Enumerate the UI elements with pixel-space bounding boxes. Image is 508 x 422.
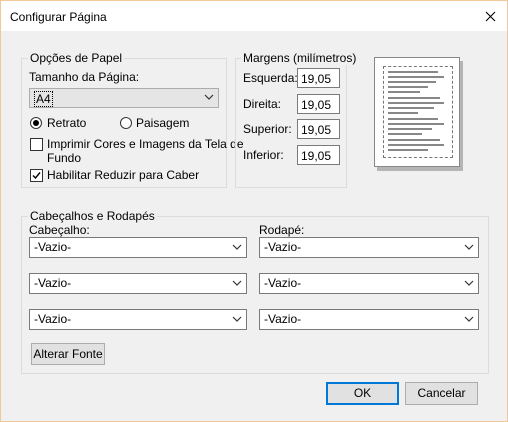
landscape-radio[interactable]: [120, 117, 132, 129]
footer-right-select[interactable]: -Vazio-: [259, 309, 479, 330]
chevron-down-icon: [464, 280, 474, 286]
close-button[interactable]: [473, 1, 507, 31]
left-margin-label: Esquerda:: [243, 71, 298, 85]
portrait-radio[interactable]: [30, 117, 42, 129]
margins-legend: Margens (milímetros): [241, 51, 359, 65]
header-label: Cabeçalho:: [29, 223, 90, 237]
footer-label: Rodapé:: [259, 223, 305, 237]
header-center-select[interactable]: -Vazio-: [29, 273, 247, 294]
print-background-label-cont: Fundo: [47, 151, 82, 165]
ok-button[interactable]: OK: [326, 382, 399, 405]
header-center-value: -Vazio-: [34, 276, 72, 290]
bottom-margin-value: 19,05: [301, 149, 332, 163]
chevron-down-icon: [204, 94, 214, 100]
top-margin-value: 19,05: [301, 123, 332, 137]
cancel-label: Cancelar: [417, 386, 466, 400]
cancel-button[interactable]: Cancelar: [405, 382, 478, 405]
portrait-label: Retrato: [47, 116, 87, 130]
page-size-label: Tamanho da Página:: [29, 70, 140, 84]
left-margin-value: 19,05: [301, 72, 332, 86]
paper-options-legend: Opções de Papel: [28, 51, 125, 65]
shrink-to-fit-checkbox[interactable]: [30, 169, 43, 182]
chevron-down-icon: [464, 244, 474, 250]
landscape-label: Paisagem: [136, 116, 190, 130]
footer-left-select[interactable]: -Vazio-: [259, 237, 479, 258]
close-icon: [485, 11, 495, 21]
page-size-value: A4: [34, 91, 53, 107]
checkmark-icon: [32, 172, 41, 180]
chevron-down-icon: [464, 316, 474, 322]
change-font-label: Alterar Fonte: [33, 347, 103, 361]
chevron-down-icon: [232, 316, 242, 322]
ok-label: OK: [353, 386, 372, 400]
bottom-margin-label: Inferior:: [243, 148, 284, 162]
title-bar: Configurar Página: [1, 1, 507, 31]
footer-center-select[interactable]: -Vazio-: [259, 273, 479, 294]
right-margin-input[interactable]: 19,05: [297, 94, 340, 114]
page-preview-margins: [383, 66, 453, 158]
right-margin-value: 19,05: [301, 98, 332, 112]
page-setup-dialog: Configurar Página Opções de Papel Tamanh…: [0, 0, 508, 422]
top-margin-input[interactable]: 19,05: [297, 119, 340, 139]
dialog-title: Configurar Página: [10, 10, 107, 24]
print-background-label: Imprimir Cores e Imagens da Tela de: [47, 137, 244, 151]
header-left-value: -Vazio-: [34, 240, 72, 254]
change-font-button[interactable]: Alterar Fonte: [31, 343, 105, 365]
header-right-value: -Vazio-: [34, 312, 72, 326]
footer-center-value: -Vazio-: [264, 276, 302, 290]
header-right-select[interactable]: -Vazio-: [29, 309, 247, 330]
chevron-down-icon: [232, 244, 242, 250]
footer-right-value: -Vazio-: [264, 312, 302, 326]
headers-footers-legend: Cabeçalhos e Rodapés: [28, 209, 157, 223]
print-background-checkbox[interactable]: [30, 138, 43, 151]
chevron-down-icon: [232, 280, 242, 286]
bottom-margin-input[interactable]: 19,05: [297, 145, 340, 165]
header-left-select[interactable]: -Vazio-: [29, 237, 247, 258]
right-margin-label: Direita:: [243, 97, 282, 111]
page-size-select[interactable]: A4: [29, 88, 219, 108]
left-margin-input[interactable]: 19,05: [297, 68, 340, 88]
footer-left-value: -Vazio-: [264, 240, 302, 254]
top-margin-label: Superior:: [243, 122, 292, 136]
shrink-to-fit-label: Habilitar Reduzir para Caber: [47, 168, 200, 182]
page-preview: [374, 57, 460, 167]
